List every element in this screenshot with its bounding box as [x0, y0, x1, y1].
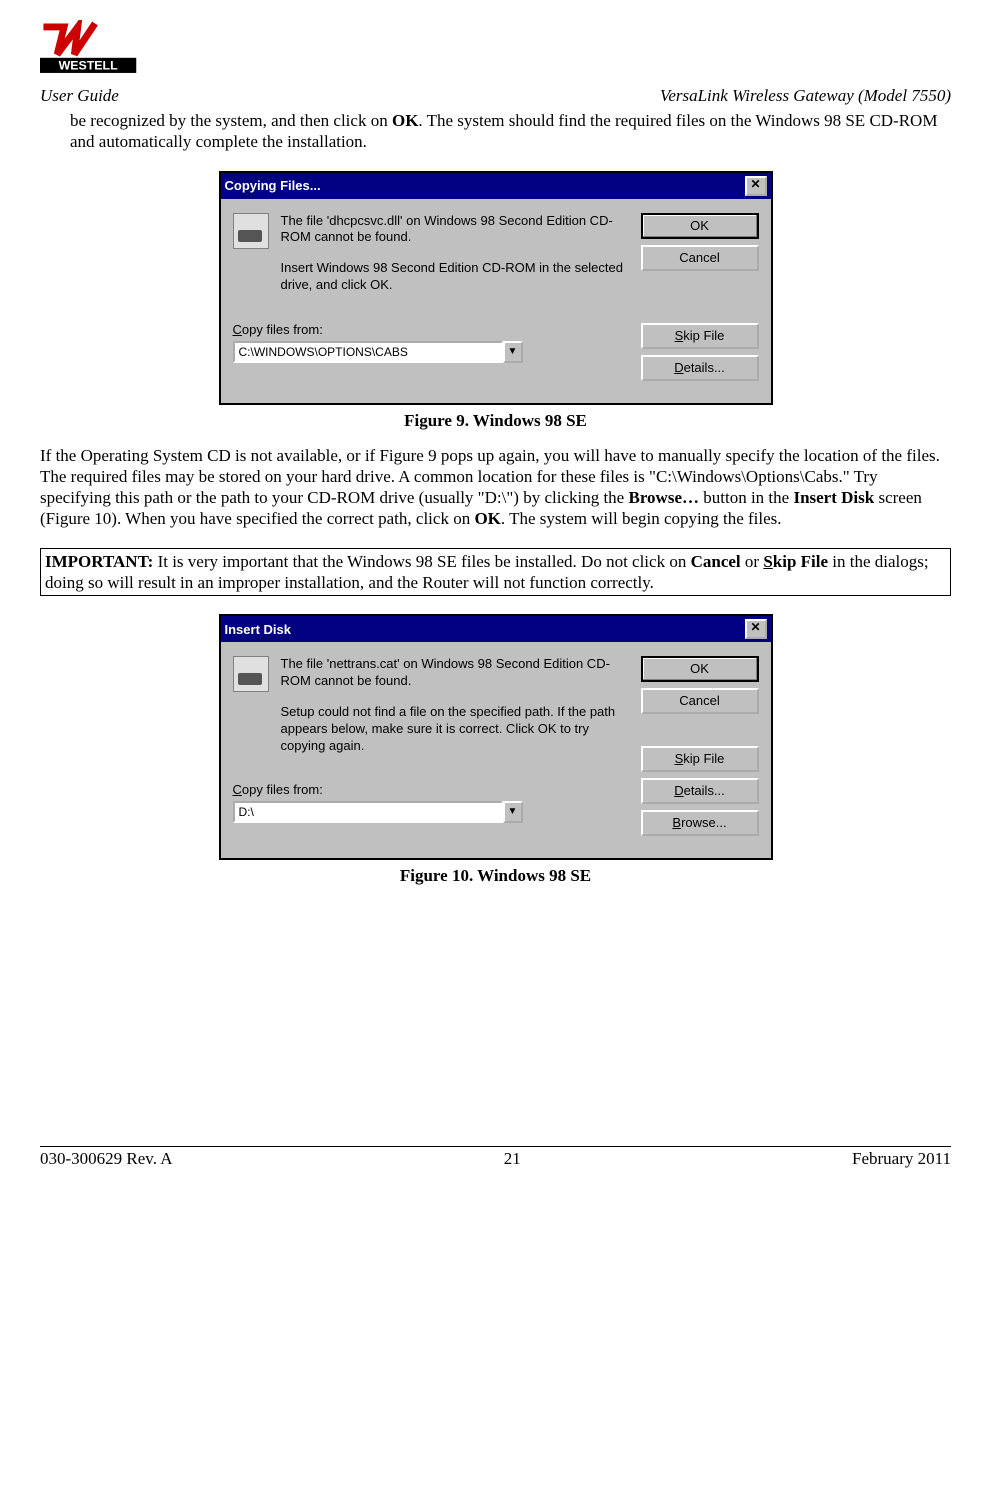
- path-input[interactable]: [233, 341, 503, 363]
- footer-page: 21: [504, 1149, 521, 1169]
- footer-left: 030-300629 Rev. A: [40, 1149, 173, 1169]
- details-button[interactable]: Details...: [641, 355, 759, 381]
- dialog-copying-files: Copying Files... ✕ The file 'dhcpcsvc.dl…: [219, 171, 773, 405]
- running-header: User Guide VersaLink Wireless Gateway (M…: [40, 86, 951, 106]
- paragraph-2: If the Operating System CD is not availa…: [40, 445, 951, 530]
- dialog1-line2: Insert Windows 98 Second Edition CD-ROM …: [281, 260, 627, 294]
- dialog2-line1: The file 'nettrans.cat' on Windows 98 Se…: [281, 656, 627, 690]
- svg-text:WESTELL: WESTELL: [59, 59, 118, 73]
- close-icon[interactable]: ✕: [745, 176, 767, 196]
- footer: 030-300629 Rev. A 21 February 2011: [40, 1149, 951, 1169]
- path-input[interactable]: [233, 801, 503, 823]
- footer-right: February 2011: [852, 1149, 951, 1169]
- ok-button[interactable]: OK: [641, 213, 759, 239]
- dialog1-line1: The file 'dhcpcsvc.dll' on Windows 98 Se…: [281, 213, 627, 247]
- dialog2-line2: Setup could not find a file on the speci…: [281, 704, 627, 755]
- cancel-button[interactable]: Cancel: [641, 245, 759, 271]
- details-button[interactable]: Details...: [641, 778, 759, 804]
- westell-logo: WESTELL: [40, 20, 150, 75]
- dropdown-arrow-icon[interactable]: ▼: [503, 341, 523, 363]
- browse-button[interactable]: Browse...: [641, 810, 759, 836]
- title-text: Insert Disk: [225, 622, 291, 637]
- header-left: User Guide: [40, 86, 119, 106]
- dialog-insert-disk: Insert Disk ✕ The file 'nettrans.cat' on…: [219, 614, 773, 860]
- skip-file-button[interactable]: Skip File: [641, 746, 759, 772]
- close-icon[interactable]: ✕: [745, 619, 767, 639]
- skip-file-button[interactable]: Skip File: [641, 323, 759, 349]
- header-right: VersaLink Wireless Gateway (Model 7550): [660, 86, 951, 106]
- ok-button[interactable]: OK: [641, 656, 759, 682]
- dropdown-arrow-icon[interactable]: ▼: [503, 801, 523, 823]
- figure-10-caption: Figure 10. Windows 98 SE: [40, 866, 951, 886]
- disk-icon: [233, 213, 269, 249]
- figure-9-caption: Figure 9. Windows 98 SE: [40, 411, 951, 431]
- footer-rule: [40, 1146, 951, 1147]
- important-note: IMPORTANT: It is very important that the…: [40, 548, 951, 597]
- titlebar: Insert Disk ✕: [221, 616, 771, 642]
- copy-from-label: Copy files from:: [233, 322, 627, 337]
- copy-from-label: Copy files from:: [233, 782, 627, 797]
- intro-paragraph: be recognized by the system, and then cl…: [40, 110, 951, 153]
- disk-icon: [233, 656, 269, 692]
- cancel-button[interactable]: Cancel: [641, 688, 759, 714]
- title-text: Copying Files...: [225, 178, 321, 193]
- titlebar: Copying Files... ✕: [221, 173, 771, 199]
